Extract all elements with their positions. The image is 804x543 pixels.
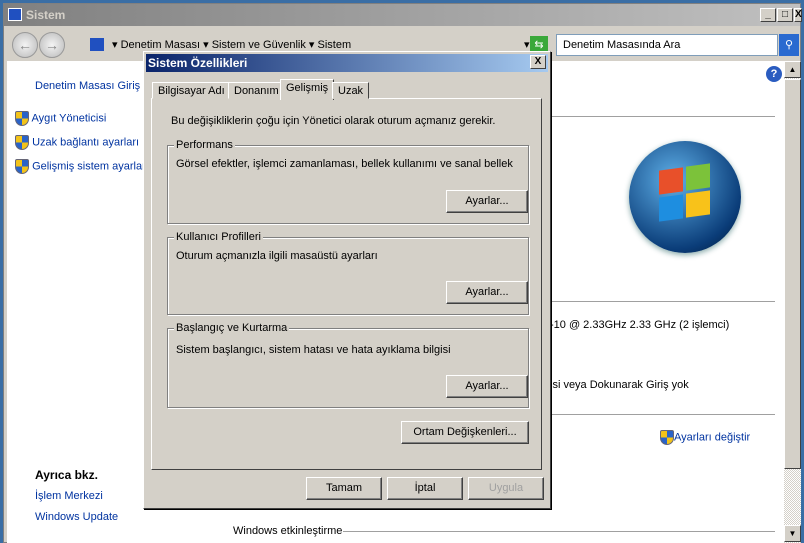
change-settings-link[interactable]: Ayarları değiştir xyxy=(660,430,750,445)
performance-settings-button[interactable]: Ayarlar... xyxy=(446,190,528,213)
divider xyxy=(547,116,775,117)
tab-hardware[interactable]: Donanım xyxy=(228,82,285,99)
scroll-thumb[interactable] xyxy=(784,79,801,469)
divider xyxy=(343,531,775,532)
group-description: Sistem başlangıcı, sistem hatası ve hata… xyxy=(176,344,451,356)
sidebar-item-advanced[interactable]: Gelişmiş sistem ayarları xyxy=(15,159,149,174)
sidebar-item-device-manager[interactable]: Aygıt Yöneticisi xyxy=(15,111,106,126)
crumb[interactable]: Denetim Masası xyxy=(121,39,200,51)
windows-update-link[interactable]: Windows Update xyxy=(35,511,118,523)
search-icon[interactable]: ⚲ xyxy=(779,34,799,56)
group-description: Oturum açmanızla ilgili masaüstü ayarlar… xyxy=(176,250,378,262)
dialog-title: Sistem Özellikleri xyxy=(148,56,248,70)
windows-logo xyxy=(629,141,741,253)
forward-button[interactable]: → xyxy=(39,32,65,58)
close-button[interactable]: X xyxy=(794,8,802,22)
computer-icon xyxy=(90,38,104,51)
tab-advanced[interactable]: Gelişmiş xyxy=(280,79,335,100)
sidebar-home-link[interactable]: Denetim Masası Giriş xyxy=(35,80,140,92)
group-description: Görsel efektler, işlemci zamanlaması, be… xyxy=(176,158,513,170)
see-also-heading: Ayrıca bkz. xyxy=(35,468,98,482)
dialog-title-bar: Sistem Özellikleri xyxy=(146,54,548,72)
shield-icon xyxy=(15,159,29,174)
minimize-button[interactable]: _ xyxy=(760,8,776,22)
search-input[interactable]: Denetim Masasında Ara xyxy=(556,34,778,56)
pen-touch-info: isi veya Dokunarak Giriş yok xyxy=(550,379,689,391)
apply-button[interactable]: Uygula xyxy=(468,477,544,500)
startup-recovery-settings-button[interactable]: Ayarlar... xyxy=(446,375,528,398)
action-center-link[interactable]: İşlem Merkezi xyxy=(35,490,103,502)
processor-info: -10 @ 2.33GHz 2.33 GHz (2 işlemci) xyxy=(550,319,730,331)
tab-computer-name[interactable]: Bilgisayar Adı xyxy=(152,82,231,99)
help-icon[interactable]: ? xyxy=(766,66,782,82)
cancel-button[interactable]: İptal xyxy=(387,477,463,500)
user-profiles-group: Kullanıcı Profilleri Oturum açmanızla il… xyxy=(167,231,529,315)
shield-icon xyxy=(660,430,674,445)
tab-remote[interactable]: Uzak xyxy=(332,82,370,99)
title-bar: Sistem xyxy=(4,4,800,26)
environment-variables-button[interactable]: Ortam Değişkenleri... xyxy=(401,421,529,444)
crumb[interactable]: Sistem ve Güvenlik xyxy=(212,39,306,51)
performance-group: Performans Görsel efektler, işlemci zama… xyxy=(167,139,529,224)
crumb[interactable]: Sistem xyxy=(318,39,352,51)
divider xyxy=(547,414,775,415)
sidebar-item-remote[interactable]: Uzak bağlantı ayarları xyxy=(15,135,139,150)
system-icon xyxy=(8,8,22,21)
activation-heading: Windows etkinleştirme xyxy=(233,525,343,537)
shield-icon xyxy=(15,111,29,126)
dialog-close-button[interactable]: X xyxy=(530,55,546,69)
startup-recovery-group: Başlangıç ve Kurtarma Sistem başlangıcı,… xyxy=(167,322,529,408)
group-title: Performans xyxy=(174,139,235,151)
vertical-scrollbar[interactable]: ▲ ▼ xyxy=(784,61,801,543)
window-title: Sistem xyxy=(26,8,66,22)
user-profiles-settings-button[interactable]: Ayarlar... xyxy=(446,281,528,304)
shield-icon xyxy=(15,135,29,150)
group-title: Kullanıcı Profilleri xyxy=(174,231,263,243)
maximize-button[interactable]: □ xyxy=(777,8,793,22)
divider xyxy=(547,301,775,302)
ok-button[interactable]: Tamam xyxy=(306,477,382,500)
admin-note: Bu değişikliklerin çoğu için Yönetici ol… xyxy=(171,115,496,127)
system-properties-dialog: Sistem Özellikleri X Bu değişikliklerin … xyxy=(143,51,551,509)
scroll-down-button[interactable]: ▼ xyxy=(784,525,801,542)
back-button[interactable]: ← xyxy=(12,32,38,58)
tab-panel-advanced: Bu değişikliklerin çoğu için Yönetici ol… xyxy=(151,98,542,470)
scroll-up-button[interactable]: ▲ xyxy=(784,61,801,78)
group-title: Başlangıç ve Kurtarma xyxy=(174,322,290,334)
